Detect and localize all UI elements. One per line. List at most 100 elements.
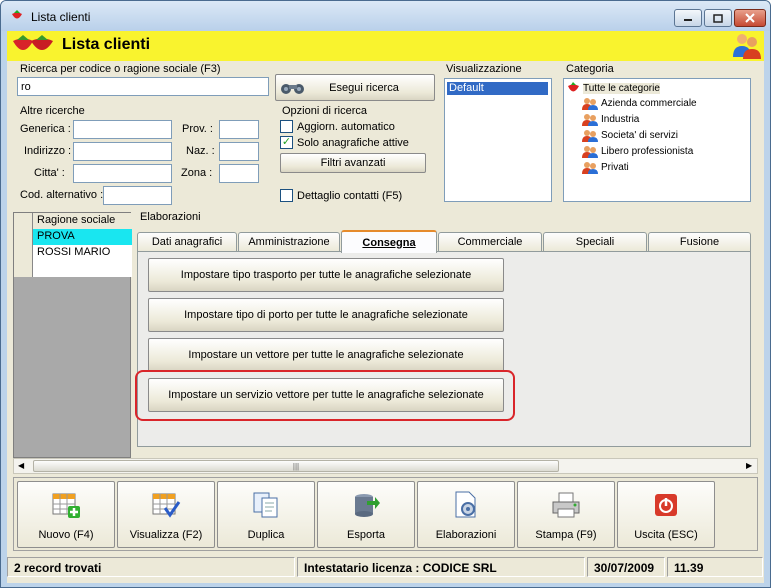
title-bar[interactable]: Lista clienti [1, 1, 770, 31]
search-options-label: Opzioni di ricerca [282, 105, 367, 117]
tipo-trasporto-button[interactable]: Impostare tipo trasporto per tutte le an… [148, 258, 504, 292]
export-database-icon [355, 494, 380, 517]
esporta-label: Esporta [347, 529, 385, 541]
visualizza-button[interactable]: Visualizza (F2) [117, 481, 215, 548]
minimize-button[interactable] [674, 9, 702, 27]
solo-attive-checkbox[interactable]: ✓ Solo anagrafiche attive [280, 136, 409, 149]
zona-input[interactable] [219, 164, 259, 183]
duplica-label: Duplica [247, 529, 285, 541]
table-row[interactable]: ROSSI MARIO [14, 245, 132, 261]
row-header[interactable] [14, 229, 33, 245]
check-icon: ✓ [280, 136, 293, 149]
page-title: Lista clienti [62, 36, 151, 53]
tree-item-servizi[interactable]: Societa' di servizi [582, 129, 678, 142]
checkbox-box [280, 120, 293, 133]
generica-input[interactable] [73, 120, 172, 139]
vettore-button[interactable]: Impostare un vettore per tutte le anagra… [148, 338, 504, 372]
prov-label: Prov. : [182, 123, 213, 135]
uscita-label: Uscita (ESC) [634, 529, 698, 541]
users-icon [582, 146, 598, 158]
binoculars-icon [281, 84, 304, 94]
scroll-right-icon[interactable]: ▶ [746, 461, 752, 470]
aggiorn-label: Aggiorn. automatico [297, 120, 395, 133]
table-row[interactable]: PROVA [14, 229, 132, 245]
elaborazioni-button[interactable]: Elaborazioni [417, 481, 515, 548]
search-button[interactable]: Esegui ricerca [275, 74, 435, 101]
tree-item-label: Industria [601, 114, 640, 125]
tree-item-privati[interactable]: Privati [582, 161, 629, 174]
column-header[interactable]: Ragione sociale [33, 213, 132, 229]
search-label: Ricerca per codice o ragione sociale (F3… [20, 63, 221, 75]
row-header[interactable] [14, 245, 33, 261]
cod-alternativo-input[interactable] [103, 186, 172, 205]
naz-label: Naz. : [186, 145, 215, 157]
tree-item-industria[interactable]: Industria [582, 113, 639, 126]
dettaglio-contatti-checkbox[interactable]: Dettaglio contatti (F5) [280, 189, 402, 202]
solo-label: Solo anagrafiche attive [297, 136, 409, 149]
scroll-left-icon[interactable]: ◀ [18, 461, 24, 470]
tab-commerciale[interactable]: Commerciale [438, 232, 542, 251]
main-window: Lista clienti Lista clienti Ricerca per … [0, 0, 771, 588]
horizontal-scrollbar[interactable]: ◀ ||| ▶ [13, 458, 758, 474]
esporta-button[interactable]: Esporta [317, 481, 415, 548]
minimize-icon [684, 19, 692, 21]
filtri-avanzati-button[interactable]: Filtri avanzati [280, 153, 426, 173]
tree-item-libero[interactable]: Libero professionista [582, 145, 693, 158]
maximize-icon [713, 13, 723, 23]
clients-grid[interactable]: Ragione sociale PROVA ROSSI MARIO [13, 212, 132, 458]
tipo-porto-button[interactable]: Impostare tipo di porto per tutte le ana… [148, 298, 504, 332]
generica-label: Generica : [20, 123, 71, 135]
search-button-label: Esegui ricerca [329, 81, 399, 94]
naz-input[interactable] [219, 142, 259, 161]
tree-item-azienda[interactable]: Azienda commerciale [582, 97, 697, 110]
bottom-toolbar: Nuovo (F4) Visualizza (F2) Duplica Espor… [13, 477, 758, 551]
tab-speciali[interactable]: Speciali [543, 232, 647, 251]
row-header[interactable] [14, 261, 33, 277]
checkbox-box [280, 189, 293, 202]
tree-item-label: Privati [601, 162, 629, 173]
search-input[interactable]: ro [17, 77, 269, 96]
nuovo-button[interactable]: Nuovo (F4) [17, 481, 115, 548]
status-date: 30/07/2009 [587, 557, 665, 577]
table-cell[interactable]: PROVA [33, 229, 132, 245]
maximize-button[interactable] [704, 9, 732, 27]
categoria-tree[interactable]: Tutte le categorie Azienda commerciale I… [563, 78, 751, 202]
uscita-button[interactable]: Uscita (ESC) [617, 481, 715, 548]
scroll-thumb[interactable]: ||| [33, 460, 559, 472]
tree-item-root[interactable]: Tutte le categorie [567, 82, 660, 95]
table-cell[interactable]: ROSSI MARIO [33, 245, 132, 261]
stampa-button[interactable]: Stampa (F9) [517, 481, 615, 548]
visualizzazione-list[interactable]: Default [444, 78, 552, 202]
citta-input[interactable] [73, 164, 172, 183]
tree-item-label: Tutte le categorie [583, 83, 660, 94]
record-count: 2 record trovati [7, 557, 295, 577]
aggiorn-automatico-checkbox[interactable]: Aggiorn. automatico [280, 120, 395, 133]
tab-consegna[interactable]: Consegna [341, 230, 437, 253]
status-time: 11.39 [667, 557, 763, 577]
tree-item-label: Libero professionista [601, 146, 694, 157]
close-button[interactable] [734, 9, 766, 27]
tab-amministrazione[interactable]: Amministrazione [238, 232, 340, 251]
page-header: Lista clienti [7, 31, 764, 61]
users-icon [582, 130, 598, 142]
other-searches-label: Altre ricerche [20, 105, 85, 117]
tab-fusione[interactable]: Fusione [648, 232, 751, 251]
prov-input[interactable] [219, 120, 259, 139]
license-holder: Intestatario licenza : CODICE SRL [297, 557, 585, 577]
zona-label: Zona : [181, 167, 213, 179]
strawberries-logo-icon [13, 35, 53, 50]
cod-alternativo-label: Cod. alternativo : [20, 189, 104, 201]
visualizzazione-label: Visualizzazione [446, 63, 522, 75]
list-item[interactable]: Default [447, 82, 548, 95]
indirizzo-input[interactable] [73, 142, 172, 161]
servizio-vettore-button[interactable]: Impostare un servizio vettore per tutte … [148, 378, 504, 412]
dettaglio-label: Dettaglio contatti (F5) [297, 189, 403, 202]
table-cell[interactable] [33, 261, 132, 277]
tab-dati-anagrafici[interactable]: Dati anagrafici [137, 232, 237, 251]
users-icon [582, 98, 598, 110]
power-exit-icon [655, 494, 677, 516]
table-row[interactable] [14, 261, 132, 277]
duplica-button[interactable]: Duplica [217, 481, 315, 548]
consegna-tab-panel: Impostare tipo trasporto per tutte le an… [135, 251, 751, 447]
categoria-label: Categoria [566, 63, 614, 75]
